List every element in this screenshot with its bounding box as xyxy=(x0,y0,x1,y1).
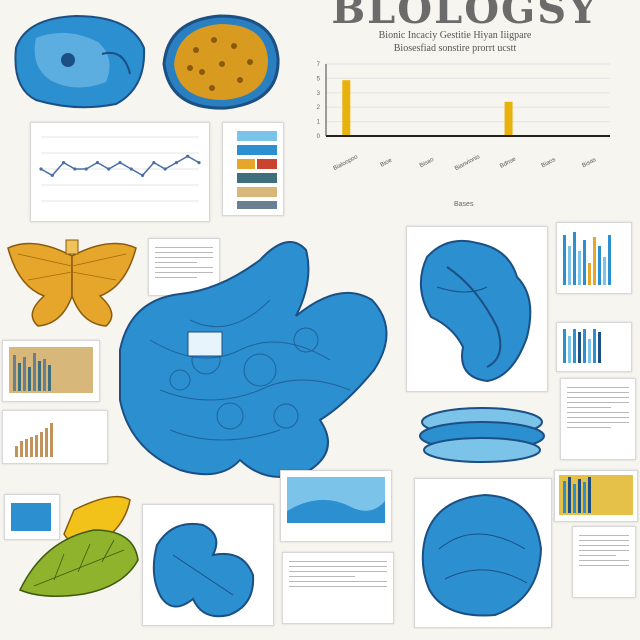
bar-chart-y-tick: 3 xyxy=(317,91,321,97)
blue-wave-panel xyxy=(280,470,392,542)
line-chart-point xyxy=(107,167,111,171)
line-chart-point xyxy=(140,173,145,177)
poster-subtitle-1: Bionic Incaciy Gestitie Hiyan Iiigpare xyxy=(378,30,532,41)
amber-cell-illustration xyxy=(162,14,280,110)
bar-chart-y-tick: 2 xyxy=(317,105,321,111)
text-document-panel-small xyxy=(572,526,636,598)
line-chart-point xyxy=(197,161,201,165)
line-chart-points xyxy=(39,154,201,177)
mini-bar-panel-2 xyxy=(556,322,632,372)
line-chart-point xyxy=(50,173,54,177)
text-document-panel-bottom xyxy=(282,552,394,624)
bar-chart: 7 5 3 2 1 0 Bialoopoo Bioe Bisao Bianvionis Bdnse… xyxy=(317,62,610,172)
swatch-panel xyxy=(222,122,284,216)
blue-cell-panel xyxy=(406,226,548,392)
bar-chart-bars xyxy=(342,80,513,136)
line-chart-point xyxy=(186,154,190,158)
line-chart-point xyxy=(152,161,156,165)
bar-chart-category-label: Bianvionis xyxy=(454,154,481,172)
bar-chart-y-ticks: 7 5 3 2 1 0 xyxy=(317,62,321,140)
blue-cell-panel-bottom xyxy=(142,504,274,626)
bar-chart-category-label: Bialoopoo xyxy=(333,154,360,172)
bar-chart-category-label: Bisao xyxy=(419,157,436,170)
bar-chart-y-tick: 7 xyxy=(317,62,321,68)
poster-subtitle-2: Biosesfiad sonstire prorrt ucstt xyxy=(393,43,517,54)
swatch-row xyxy=(237,131,277,141)
blue-organ-panel xyxy=(414,478,552,628)
bar-chart-y-tick: 1 xyxy=(317,120,321,126)
bar-chart-category-label: Bisas xyxy=(581,157,597,169)
swatch-row xyxy=(237,187,277,197)
poster-title: BLOLOGSY xyxy=(331,0,599,33)
line-chart-panel xyxy=(30,122,210,222)
line-chart-point xyxy=(174,161,179,165)
mini-bar-panel-1 xyxy=(556,222,632,294)
bar-chart-y-tick: 5 xyxy=(317,76,321,82)
text-document-panel-right xyxy=(560,378,636,460)
line-chart-point xyxy=(118,161,122,165)
swatch-row xyxy=(237,173,277,183)
line-chart-point xyxy=(39,167,43,171)
line-chart-grid xyxy=(41,136,199,202)
line-chart xyxy=(39,136,201,202)
bar-chart-y-tick: 0 xyxy=(317,134,321,140)
line-chart-point xyxy=(61,161,66,165)
blue-oval-stack-illustration xyxy=(419,407,545,463)
blue-swatch-panel xyxy=(4,494,60,540)
cell-nucleus-detail xyxy=(187,331,223,357)
bar-chart-bar xyxy=(504,101,513,136)
line-chart-point xyxy=(84,167,88,171)
step-bar-panel xyxy=(2,410,108,464)
bar-chart-bar xyxy=(342,80,351,136)
line-chart-point xyxy=(129,167,133,171)
bar-chart-category-label: Bioe xyxy=(380,157,394,168)
line-chart-series xyxy=(40,155,200,177)
line-chart-point xyxy=(163,167,167,171)
bar-chart-caption: Bases xyxy=(454,201,474,208)
swatch-row xyxy=(237,159,255,169)
swatch-row xyxy=(257,159,277,169)
blue-cell-structure-illustration xyxy=(119,241,388,478)
line-chart-point xyxy=(73,167,77,171)
swatch-row xyxy=(237,201,277,209)
bar-chart-category-labels: Bialoopoo Bioe Bisao Bianvionis Bdnse Biaos Bi… xyxy=(333,154,598,172)
mini-bar-panel-3 xyxy=(554,470,638,522)
blue-head-illustration xyxy=(14,14,146,109)
bar-chart-category-label: Biaos xyxy=(541,157,557,169)
line-chart-point xyxy=(95,161,100,165)
bar-chart-grid xyxy=(326,63,610,137)
amber-bar-panel xyxy=(2,340,100,402)
swatch-row xyxy=(237,145,277,155)
bar-chart-category-label: Bdnse xyxy=(499,156,517,170)
